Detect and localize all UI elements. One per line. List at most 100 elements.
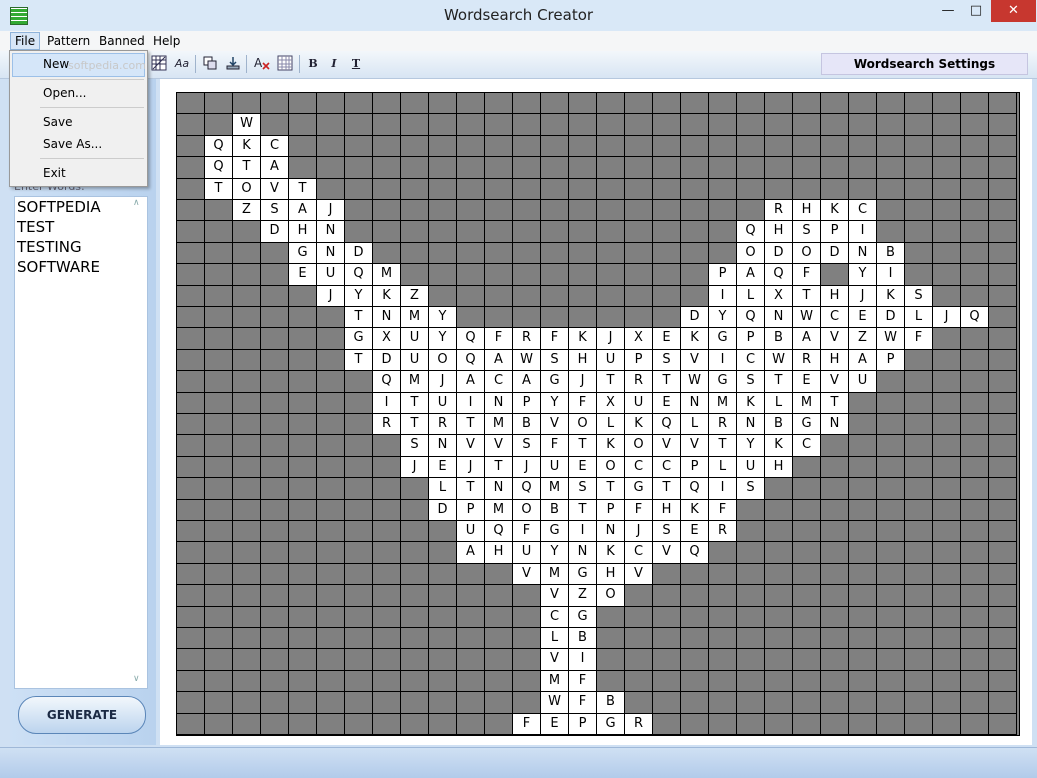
grid-letter-cell[interactable]: C xyxy=(653,456,681,479)
grid-empty-cell[interactable] xyxy=(625,285,653,307)
grid-empty-cell[interactable] xyxy=(345,542,373,564)
grid-letter-cell[interactable]: A xyxy=(457,542,485,564)
grid-empty-cell[interactable] xyxy=(821,563,849,586)
grid-empty-cell[interactable] xyxy=(373,456,401,479)
grid-empty-cell[interactable] xyxy=(205,435,233,457)
grid-empty-cell[interactable] xyxy=(625,585,653,607)
grid-empty-cell[interactable] xyxy=(261,114,289,136)
grid-letter-cell[interactable]: K xyxy=(597,542,625,564)
grid-empty-cell[interactable] xyxy=(653,114,681,136)
grid-empty-cell[interactable] xyxy=(877,414,905,436)
grid-empty-cell[interactable] xyxy=(877,135,905,158)
grid-letter-cell[interactable]: D xyxy=(765,242,793,265)
grid-letter-cell[interactable]: K xyxy=(373,285,401,307)
grid-empty-cell[interactable] xyxy=(737,670,765,693)
grid-empty-cell[interactable] xyxy=(821,585,849,607)
grid-empty-cell[interactable] xyxy=(289,456,317,479)
grid-letter-cell[interactable]: E xyxy=(653,392,681,414)
grid-empty-cell[interactable] xyxy=(457,606,485,628)
grid-empty-cell[interactable] xyxy=(373,521,401,543)
grid-empty-cell[interactable] xyxy=(289,649,317,671)
grid-empty-cell[interactable] xyxy=(233,349,261,372)
grid-letter-cell[interactable]: I xyxy=(373,392,401,414)
grid-empty-cell[interactable] xyxy=(681,114,709,136)
grid-empty-cell[interactable] xyxy=(989,328,1017,350)
grid-empty-cell[interactable] xyxy=(317,435,345,457)
grid-empty-cell[interactable] xyxy=(401,499,429,521)
grid-empty-cell[interactable] xyxy=(625,93,653,115)
menu-item-open[interactable]: Open... xyxy=(43,83,87,103)
grid-empty-cell[interactable] xyxy=(317,521,345,543)
grid-empty-cell[interactable] xyxy=(653,563,681,586)
grid-empty-cell[interactable] xyxy=(569,285,597,307)
grid-letter-cell[interactable]: F xyxy=(541,328,569,350)
grid-empty-cell[interactable] xyxy=(709,135,737,158)
grid-empty-cell[interactable] xyxy=(653,585,681,607)
grid-letter-cell[interactable]: Y xyxy=(737,435,765,457)
grid-letter-cell[interactable]: H xyxy=(597,563,625,586)
grid-empty-cell[interactable] xyxy=(849,93,877,115)
grid-empty-cell[interactable] xyxy=(989,456,1017,479)
grid-empty-cell[interactable] xyxy=(821,435,849,457)
close-icon[interactable]: ✕ xyxy=(991,0,1036,22)
grid-empty-cell[interactable] xyxy=(261,606,289,628)
grid-letter-cell[interactable]: R xyxy=(513,328,541,350)
grid-empty-cell[interactable] xyxy=(625,670,653,693)
clear-format-icon[interactable]: A xyxy=(252,55,272,73)
grid-empty-cell[interactable] xyxy=(737,114,765,136)
grid-letter-cell[interactable]: N xyxy=(821,414,849,436)
grid-empty-cell[interactable] xyxy=(653,649,681,671)
grid-empty-cell[interactable] xyxy=(429,221,457,243)
grid-empty-cell[interactable] xyxy=(233,456,261,479)
grid-empty-cell[interactable] xyxy=(989,499,1017,521)
grid-empty-cell[interactable] xyxy=(961,242,989,265)
menu-item-save[interactable]: Save xyxy=(43,112,72,132)
grid-letter-cell[interactable]: R xyxy=(765,200,793,222)
grid-empty-cell[interactable] xyxy=(625,692,653,714)
grid-letter-cell[interactable]: E xyxy=(653,328,681,350)
generate-button[interactable]: GENERATE xyxy=(18,696,146,734)
grid-letter-cell[interactable]: K xyxy=(625,414,653,436)
grid-empty-cell[interactable] xyxy=(177,456,205,479)
grid-empty-cell[interactable] xyxy=(877,542,905,564)
grid-letter-cell[interactable]: O xyxy=(793,242,821,265)
grid-empty-cell[interactable] xyxy=(261,563,289,586)
grid-empty-cell[interactable] xyxy=(821,542,849,564)
grid-empty-cell[interactable] xyxy=(849,563,877,586)
grid-empty-cell[interactable] xyxy=(541,200,569,222)
grid-empty-cell[interactable] xyxy=(849,542,877,564)
grid-empty-cell[interactable] xyxy=(793,585,821,607)
grid-empty-cell[interactable] xyxy=(905,392,933,414)
grid-empty-cell[interactable] xyxy=(205,328,233,350)
grid-letter-cell[interactable]: K xyxy=(569,328,597,350)
grid-letter-cell[interactable]: G xyxy=(625,478,653,500)
grid-letter-cell[interactable]: X xyxy=(765,285,793,307)
grid-empty-cell[interactable] xyxy=(289,114,317,136)
grid-empty-cell[interactable] xyxy=(989,414,1017,436)
grid-empty-cell[interactable] xyxy=(933,285,961,307)
grid-empty-cell[interactable] xyxy=(317,563,345,586)
grid-empty-cell[interactable] xyxy=(877,200,905,222)
grid-letter-cell[interactable]: O xyxy=(597,585,625,607)
grid-empty-cell[interactable] xyxy=(373,542,401,564)
grid-empty-cell[interactable] xyxy=(373,178,401,200)
grid-empty-cell[interactable] xyxy=(317,328,345,350)
grid-empty-cell[interactable] xyxy=(317,670,345,693)
grid-empty-cell[interactable] xyxy=(653,93,681,115)
grid-letter-cell[interactable]: V xyxy=(261,178,289,200)
grid-empty-cell[interactable] xyxy=(373,670,401,693)
grid-empty-cell[interactable] xyxy=(961,649,989,671)
grid-empty-cell[interactable] xyxy=(205,114,233,136)
grid-empty-cell[interactable] xyxy=(933,670,961,693)
grid-empty-cell[interactable] xyxy=(177,499,205,521)
grid-empty-cell[interactable] xyxy=(569,93,597,115)
grid-empty-cell[interactable] xyxy=(933,606,961,628)
grid-empty-cell[interactable] xyxy=(177,670,205,693)
grid-empty-cell[interactable] xyxy=(289,628,317,650)
grid-empty-cell[interactable] xyxy=(737,135,765,158)
grid-empty-cell[interactable] xyxy=(961,585,989,607)
grid-empty-cell[interactable] xyxy=(905,628,933,650)
grid-empty-cell[interactable] xyxy=(541,307,569,329)
grid-empty-cell[interactable] xyxy=(429,649,457,671)
grid-empty-cell[interactable] xyxy=(345,606,373,628)
